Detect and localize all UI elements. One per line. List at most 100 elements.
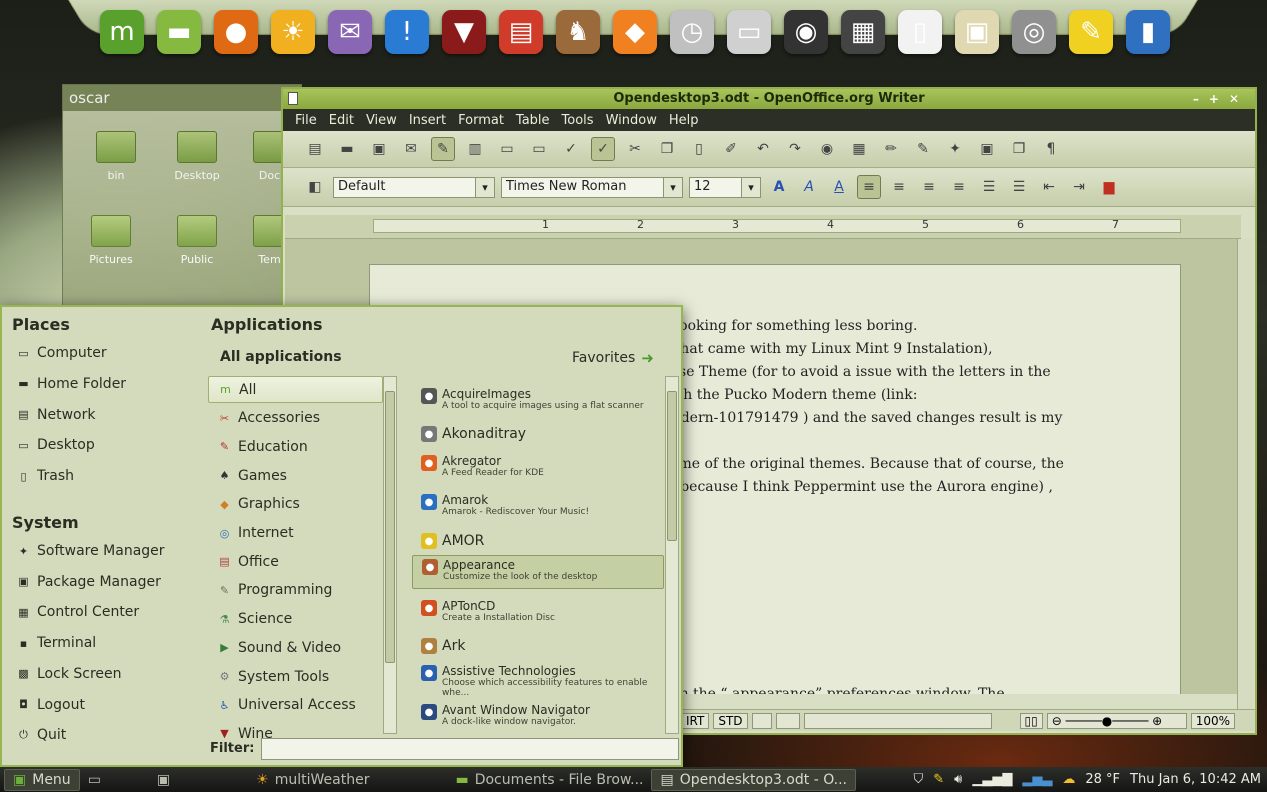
taskbar-window-files[interactable]: ▬ Documents - File Brow... xyxy=(447,769,651,791)
font-size-select[interactable]: 12 xyxy=(689,176,761,198)
taskbar-window-weather[interactable]: ☀ multiWeather xyxy=(248,769,377,791)
application-item[interactable]: ● APTonCD Create a Installation Disc xyxy=(412,597,664,631)
workspace-icon[interactable]: ▣ xyxy=(149,769,178,791)
system-item[interactable]: ▪ Terminal xyxy=(16,635,96,651)
print-preview-icon[interactable]: ▭ xyxy=(527,137,551,161)
table-icon[interactable]: ▦ xyxy=(847,137,871,161)
document-scrollbar[interactable] xyxy=(1237,239,1253,729)
application-item[interactable]: ● Amarok Amarok - Rediscover Your Music! xyxy=(412,491,664,525)
applications-scrollbar[interactable] xyxy=(665,376,679,734)
styles-icon[interactable]: ◧ xyxy=(303,175,327,199)
menu-insert[interactable]: Insert xyxy=(403,113,452,128)
nonprinting-chars-icon[interactable]: ¶ xyxy=(1039,137,1063,161)
category-item[interactable]: ✎ Education xyxy=(208,433,383,460)
font-color-icon[interactable]: ▆ xyxy=(1097,175,1121,199)
mint-menu-icon[interactable]: m xyxy=(100,10,144,54)
align-center-icon[interactable]: ≡ xyxy=(887,175,911,199)
wine-glass-icon[interactable]: ▼ xyxy=(442,10,486,54)
bullets-icon[interactable]: ☰ xyxy=(1007,175,1031,199)
clock[interactable]: Thu Jan 6, 10:42 AM xyxy=(1130,772,1261,787)
draw-functions-icon[interactable]: ✏ xyxy=(879,137,903,161)
category-item[interactable]: ✎ Programming xyxy=(208,577,383,604)
show-desktop-button[interactable]: ▭ xyxy=(80,769,109,791)
desktop-file-icon[interactable]: Public xyxy=(162,215,232,266)
temperature-label[interactable]: 28 °F xyxy=(1085,772,1120,787)
category-item[interactable]: ♿ Universal Access xyxy=(208,692,383,719)
desktop-file-icon[interactable]: Desktop xyxy=(162,131,232,182)
calculator-icon[interactable]: ▦ xyxy=(841,10,885,54)
system-item[interactable]: ⏻ Quit xyxy=(16,727,66,743)
favorites-button[interactable]: Favorites ➜ xyxy=(572,349,654,367)
open-icon[interactable]: ▬ xyxy=(335,137,359,161)
weather-sun-icon[interactable]: ☀ xyxy=(271,10,315,54)
places-item[interactable]: ▯ Trash xyxy=(16,468,74,484)
desktop-file-icon[interactable]: Pictures xyxy=(76,215,146,266)
application-item[interactable]: ● Avant Window Navigator A dock-like windo… xyxy=(412,701,664,735)
menu-window[interactable]: Window xyxy=(600,113,663,128)
edit-file-icon[interactable]: ✎ xyxy=(431,137,455,161)
menu-tools[interactable]: Tools xyxy=(556,113,600,128)
applications-scroll-thumb[interactable] xyxy=(667,391,677,541)
network-signal-icon[interactable]: ▁▃▅▇ xyxy=(972,772,1012,787)
notification-icon[interactable]: ! xyxy=(385,10,429,54)
application-item[interactable]: ● Akregator A Feed Reader for KDE xyxy=(412,452,664,486)
numbering-icon[interactable]: ☰ xyxy=(977,175,1001,199)
system-item[interactable]: ▦ Control Center xyxy=(16,604,139,620)
increase-indent-icon[interactable]: ⇥ xyxy=(1067,175,1091,199)
maximize-button[interactable]: + xyxy=(1209,92,1229,106)
places-item[interactable]: ▬ Home Folder xyxy=(16,376,126,392)
save-icon[interactable]: ▣ xyxy=(367,137,391,161)
align-left-icon[interactable]: ≡ xyxy=(857,175,881,199)
redo-icon[interactable]: ↷ xyxy=(783,137,807,161)
font-name-select[interactable]: Times New Roman xyxy=(501,176,683,198)
justify-icon[interactable]: ≡ xyxy=(947,175,971,199)
cut-icon[interactable]: ✂ xyxy=(623,137,647,161)
datasources-icon[interactable]: ❐ xyxy=(1007,137,1031,161)
clock-icon[interactable]: ◷ xyxy=(670,10,714,54)
categories-scrollbar[interactable] xyxy=(383,376,397,734)
paste-icon[interactable]: ▯ xyxy=(687,137,711,161)
filter-input[interactable] xyxy=(261,738,679,760)
category-item[interactable]: ◎ Internet xyxy=(208,520,383,547)
category-item[interactable]: ▶ Sound & Video xyxy=(208,634,383,661)
shield-icon[interactable]: ⛉ xyxy=(914,772,924,787)
minimize-button[interactable]: – xyxy=(1193,92,1209,106)
system-item[interactable]: ▣ Package Manager xyxy=(16,574,161,590)
menu-view[interactable]: View xyxy=(360,113,403,128)
photo-camera-icon[interactable]: ◎ xyxy=(1012,10,1056,54)
hyperlink-icon[interactable]: ◉ xyxy=(815,137,839,161)
menu-table[interactable]: Table xyxy=(510,113,556,128)
application-item[interactable]: ● AMOR xyxy=(412,528,664,554)
application-item[interactable]: ● Assistive Technologies Choose which acce… xyxy=(412,662,664,698)
menu-format[interactable]: Format xyxy=(452,113,510,128)
selection-mode[interactable]: STD xyxy=(713,712,748,729)
category-item[interactable]: ♠ Games xyxy=(208,462,383,489)
taskbar-window-writer[interactable]: ▤ Opendesktop3.odt - O... xyxy=(651,768,857,791)
image-viewer-icon[interactable]: ▣ xyxy=(955,10,999,54)
weather-cloud-icon[interactable]: ☁ xyxy=(1062,772,1075,787)
italic-icon[interactable]: A xyxy=(797,175,821,199)
pidgin-icon[interactable]: ✉ xyxy=(328,10,372,54)
underline-icon[interactable]: A xyxy=(827,175,851,199)
close-button[interactable]: ✕ xyxy=(1229,92,1249,106)
notes-icon[interactable]: ✎ xyxy=(933,772,944,787)
application-item[interactable]: ● Ark xyxy=(412,633,664,659)
system-item[interactable]: ◘ Logout xyxy=(16,697,85,713)
application-item[interactable]: ● AcquireImages A tool to acquire images u… xyxy=(412,385,664,419)
bold-icon[interactable]: A xyxy=(767,175,791,199)
system-monitor-icon[interactable]: ▂▅▃ xyxy=(1022,772,1052,787)
insert-mode[interactable]: IRT xyxy=(681,712,710,729)
category-item[interactable]: ⚙ System Tools xyxy=(208,663,383,690)
text-editor-icon[interactable]: ✎ xyxy=(1069,10,1113,54)
copy-icon[interactable]: ❐ xyxy=(655,137,679,161)
email-icon[interactable]: ✉ xyxy=(399,137,423,161)
book-icon[interactable]: ▯ xyxy=(898,10,942,54)
printer-icon[interactable]: ▭ xyxy=(727,10,771,54)
desktop-file-icon[interactable]: bin xyxy=(81,131,151,182)
paragraph-style-select[interactable]: Default xyxy=(333,176,495,198)
category-item[interactable]: m All xyxy=(208,376,383,403)
menu-button[interactable]: ▣ Menu xyxy=(4,768,80,791)
application-item[interactable]: ● Appearance Customize the look of the des… xyxy=(412,555,664,589)
autospellcheck-icon[interactable]: ✓ xyxy=(591,137,615,161)
ruler-strip[interactable]: 1 2 3 4 5 6 7 xyxy=(373,218,1181,233)
